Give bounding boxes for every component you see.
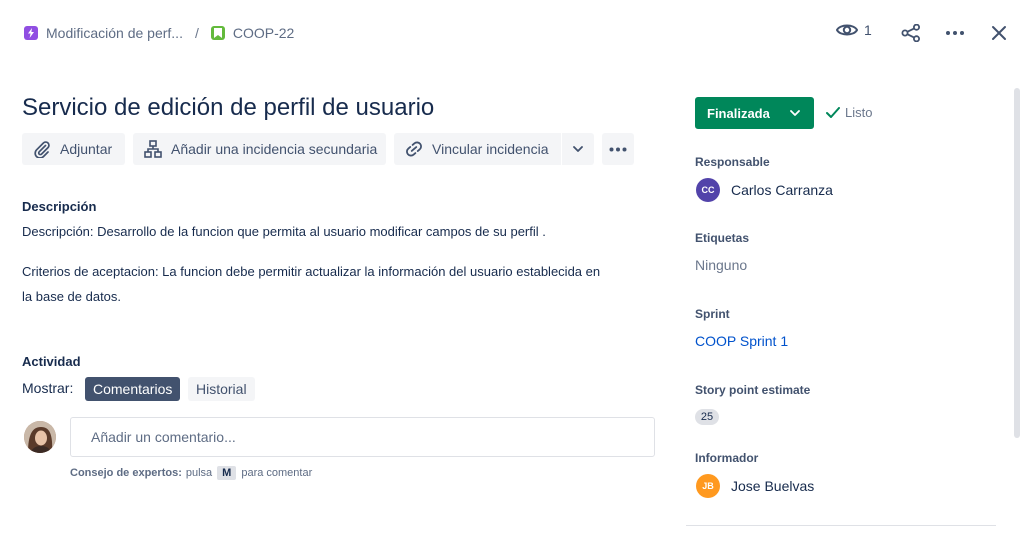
assignee-field[interactable]: CC Carlos Carranza — [696, 178, 833, 202]
breadcrumb-epic-link[interactable]: Modificación de perf... — [46, 25, 183, 41]
hierarchy-icon — [144, 140, 162, 158]
pro-tip-post: para comentar — [241, 467, 313, 479]
check-icon — [826, 106, 840, 118]
story-icon — [210, 26, 225, 40]
breadcrumb-separator: / — [194, 25, 199, 41]
reporter-avatar: JB — [696, 474, 720, 498]
link-issue-button[interactable]: Vincular incidencia — [394, 133, 561, 165]
assignee-label: Responsable — [695, 155, 770, 169]
add-child-issue-button[interactable]: Añadir una incidencia secundaria — [133, 133, 386, 165]
description-line: Criterios de aceptacion: La funcion debe… — [22, 264, 601, 279]
divider — [686, 525, 996, 526]
paperclip-icon — [34, 141, 50, 158]
share-icon — [901, 24, 920, 42]
toolbar-more-button[interactable] — [602, 133, 634, 165]
assignee-name: Carlos Carranza — [731, 182, 833, 198]
avatar — [24, 421, 56, 453]
description-heading: Descripción — [22, 199, 97, 214]
shortcut-key: M — [217, 466, 237, 480]
resolution-label: Listo — [845, 105, 873, 120]
description-content[interactable]: Descripción: Desarrollo de la funcion qu… — [22, 219, 652, 309]
scrollbar[interactable] — [1014, 88, 1020, 438]
more-actions-button[interactable] — [941, 20, 969, 46]
resolution: Listo — [826, 105, 872, 120]
eye-icon — [836, 24, 858, 36]
story-points-value[interactable]: 25 — [695, 409, 719, 425]
activity-heading: Actividad — [22, 354, 81, 369]
more-icon — [609, 147, 627, 151]
issue-title[interactable]: Servicio de edición de perfil de usuario — [22, 94, 434, 122]
attach-label: Adjuntar — [60, 141, 113, 157]
description-line: la base de datos. — [22, 289, 122, 304]
status-dropdown[interactable]: Finalizada — [695, 97, 814, 129]
epic-icon — [24, 26, 38, 40]
assignee-avatar: CC — [696, 178, 720, 202]
add-child-issue-label: Añadir una incidencia secundaria — [171, 141, 378, 157]
sprint-label: Sprint — [695, 307, 730, 321]
chevron-down-icon — [790, 110, 800, 116]
breadcrumb-issue-key[interactable]: COOP-22 — [233, 25, 294, 41]
link-issue-label: Vincular incidencia — [432, 141, 549, 157]
tab-comments[interactable]: Comentarios — [85, 377, 181, 401]
watch-button[interactable]: 1 — [836, 22, 872, 38]
pro-tip: Consejo de expertos: pulsa M para coment… — [70, 466, 312, 480]
close-button[interactable] — [985, 20, 1013, 46]
story-points-label: Story point estimate — [695, 383, 811, 397]
close-icon — [992, 26, 1006, 40]
reporter-name: Jose Buelvas — [731, 478, 815, 494]
link-issue-dropdown[interactable] — [562, 133, 594, 165]
reporter-label: Informador — [695, 451, 759, 465]
description-line: Descripción: Desarrollo de la funcion qu… — [22, 224, 546, 239]
pro-tip-pre: pulsa — [185, 467, 213, 479]
sprint-link[interactable]: COOP Sprint 1 — [695, 333, 788, 349]
status-label: Finalizada — [707, 105, 770, 121]
watchers-count: 1 — [864, 22, 872, 38]
tab-history[interactable]: Historial — [188, 377, 255, 401]
show-label: Mostrar: — [22, 380, 74, 396]
chevron-down-icon — [573, 146, 583, 152]
labels-label: Etiquetas — [695, 231, 750, 245]
share-button[interactable] — [897, 20, 925, 46]
pro-tip-bold: Consejo de expertos: — [70, 467, 182, 479]
link-icon — [406, 141, 422, 157]
attach-button[interactable]: Adjuntar — [22, 133, 125, 165]
breadcrumb: Modificación de perf... / COOP-22 — [24, 24, 294, 42]
reporter-field[interactable]: JB Jose Buelvas — [696, 474, 814, 498]
labels-value[interactable]: Ninguno — [695, 257, 747, 273]
more-icon — [946, 31, 964, 35]
comment-input[interactable]: Añadir un comentario... — [70, 417, 655, 457]
